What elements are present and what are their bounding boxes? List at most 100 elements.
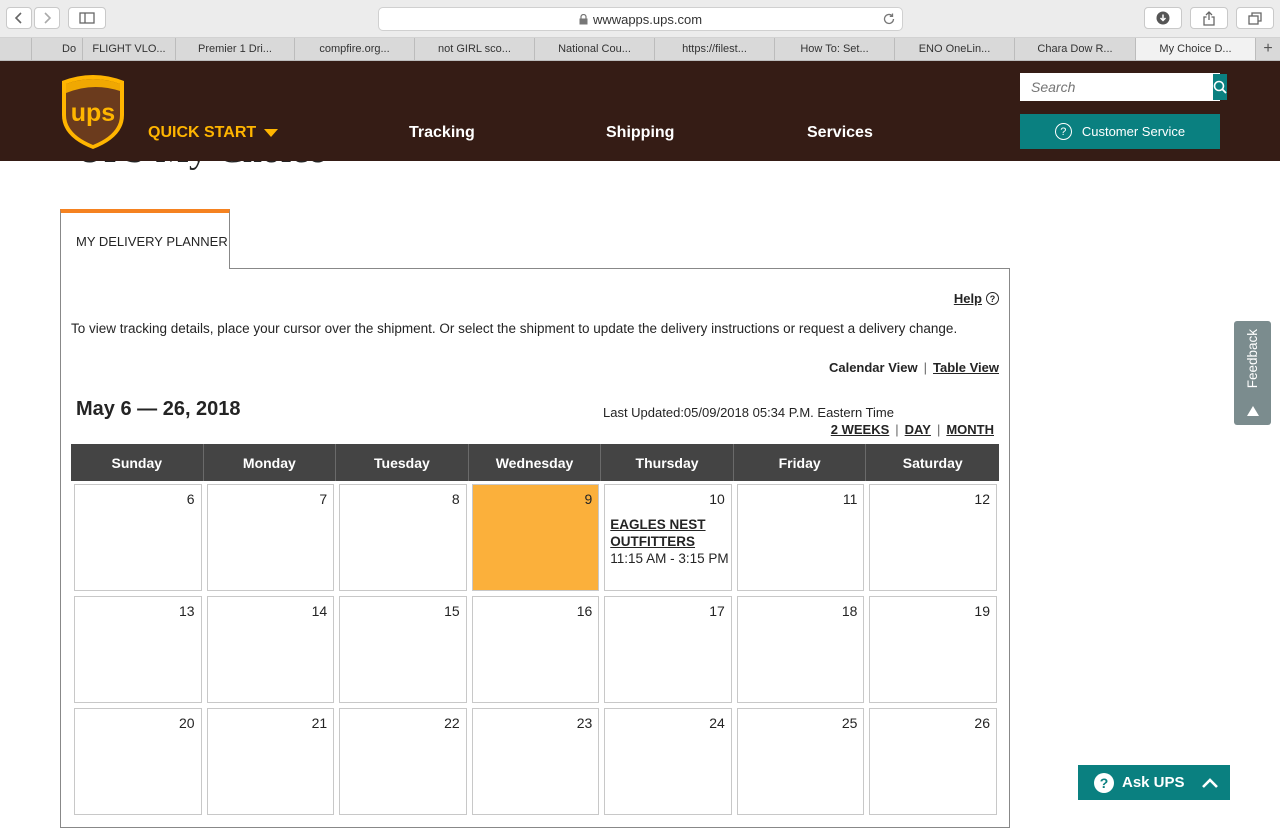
instructions-text: To view tracking details, place your cur…	[71, 321, 958, 336]
calendar-day-cell[interactable]: 10 EAGLES NEST OUTFITTERS 11:15 AM - 3:15 …	[604, 484, 732, 591]
help-icon[interactable]: ?	[986, 292, 999, 305]
browser-tab[interactable]: How To: Set...	[775, 38, 895, 60]
browser-tab[interactable]: Chara Dow R...	[1015, 38, 1136, 60]
help-link[interactable]: Help ?	[954, 291, 999, 306]
nav-tracking[interactable]: Tracking	[409, 124, 475, 142]
nav-shipping[interactable]: Shipping	[606, 124, 674, 142]
share-button[interactable]	[1190, 7, 1228, 29]
browser-tab[interactable]: Premier 1 Dri...	[176, 38, 295, 60]
calendar-day-cell[interactable]: 21	[206, 708, 335, 815]
last-updated-text: Last Updated:05/09/2018 05:34 P.M. Easte…	[602, 405, 894, 420]
calendar-day-cell[interactable]: 11	[736, 484, 865, 591]
day-number: 19	[974, 603, 990, 619]
browser-tab[interactable]: not GIRL sco...	[415, 38, 535, 60]
day-number: 9	[584, 491, 593, 507]
calendar-day-cell[interactable]: 6	[74, 484, 202, 591]
tab-overview-button[interactable]	[1236, 7, 1274, 29]
search-input[interactable]	[1021, 74, 1213, 100]
table-view-link[interactable]: Table View	[933, 360, 999, 375]
chevron-right-icon	[44, 12, 52, 24]
quick-start-label: QUICK START	[148, 124, 257, 141]
site-header: ups QUICK START Tracking Shipping Servic…	[0, 61, 1280, 161]
nav-services[interactable]: Services	[807, 124, 873, 142]
tabs-icon	[1248, 11, 1262, 25]
search-button[interactable]	[1213, 74, 1227, 100]
calendar-day-cell[interactable]: 12	[869, 484, 997, 591]
tab-my-delivery-planner[interactable]: MY DELIVERY PLANNER	[60, 209, 230, 269]
calendar-day-cell[interactable]: 23	[471, 708, 600, 815]
separator: |	[936, 422, 941, 437]
shipment-vendor-link[interactable]: EAGLES NEST OUTFITTERS	[610, 516, 720, 550]
chevron-up-icon	[1201, 777, 1218, 788]
delivery-planner-panel: Help ? To view tracking details, place y…	[60, 268, 1010, 828]
ask-ups-button[interactable]: ? Ask UPS	[1078, 765, 1230, 800]
calendar-day-cell[interactable]: 20	[74, 708, 202, 815]
browser-tab[interactable]: Do	[32, 38, 83, 60]
range-month-link[interactable]: MONTH	[946, 422, 994, 437]
calendar-day-cell[interactable]: 17	[604, 596, 732, 703]
day-number: 14	[311, 603, 328, 619]
new-tab-button[interactable]: +	[1256, 38, 1280, 60]
search-box	[1020, 73, 1227, 101]
calendar-day-cell-today[interactable]: 9	[471, 484, 600, 591]
lock-icon	[579, 13, 588, 24]
day-number: 16	[576, 603, 593, 619]
download-icon	[1156, 11, 1170, 25]
range-2-weeks-link[interactable]: 2 WEEKS	[831, 422, 890, 437]
day-number: 13	[178, 603, 195, 619]
range-day-link[interactable]: DAY	[905, 422, 931, 437]
browser-tab-active[interactable]: My Choice D...	[1136, 38, 1256, 60]
day-number: 23	[576, 715, 593, 731]
delivery-window: 11:15 AM - 3:15 PM	[610, 551, 729, 566]
day-number: 15	[444, 603, 460, 619]
back-button[interactable]	[6, 7, 32, 29]
calendar-day-cell[interactable]: 19	[869, 596, 997, 703]
feedback-label: Feedback	[1245, 329, 1260, 389]
day-number: 21	[311, 715, 328, 731]
address-bar[interactable]: wwwapps.ups.com	[378, 7, 903, 31]
feedback-tab[interactable]: Feedback	[1234, 321, 1271, 425]
calendar-day-cell[interactable]: 25	[736, 708, 865, 815]
calendar-day-cell[interactable]: 8	[339, 484, 467, 591]
quick-start-menu[interactable]: QUICK START	[148, 124, 279, 142]
customer-service-button[interactable]: ? Customer Service	[1020, 114, 1220, 149]
forward-button[interactable]	[34, 7, 60, 29]
browser-tab[interactable]: compfire.org...	[295, 38, 415, 60]
reload-icon[interactable]	[882, 12, 896, 26]
chevron-left-icon	[14, 12, 22, 24]
calendar-day-cell[interactable]: 16	[471, 596, 600, 703]
day-number: 7	[319, 491, 328, 507]
day-number: 26	[974, 715, 990, 731]
downloads-button[interactable]	[1144, 7, 1182, 29]
day-number: 11	[842, 491, 858, 507]
help-label[interactable]: Help	[954, 291, 982, 306]
day-number: 24	[709, 715, 725, 731]
browser-tab[interactable]: ENO OneLin...	[895, 38, 1015, 60]
tab-label: MY DELIVERY PLANNER	[76, 233, 228, 249]
browser-tab-label: FLIGHT VLO...	[92, 43, 166, 55]
calendar-day-cell[interactable]: 24	[604, 708, 732, 815]
day-number: 10	[709, 491, 725, 507]
calendar-day-cell[interactable]: 14	[206, 596, 335, 703]
browser-tab-label: compfire.org...	[319, 43, 390, 55]
customer-service-label: Customer Service	[1081, 124, 1186, 139]
calendar-day-cell[interactable]: 26	[869, 708, 997, 815]
calendar-day-cell[interactable]: 7	[206, 484, 335, 591]
browser-tab-label: Premier 1 Dri...	[198, 43, 272, 55]
day-number: 22	[444, 715, 460, 731]
calendar-day-cell[interactable]: 18	[736, 596, 865, 703]
weekday-wednesday: Wednesday	[469, 444, 602, 481]
browser-tab[interactable]: https://filest...	[655, 38, 775, 60]
ups-logo[interactable]: ups	[60, 71, 126, 156]
date-range-heading: May 6 — 26, 2018	[76, 398, 241, 420]
day-number: 12	[974, 491, 990, 507]
browser-tab[interactable]: National Cou...	[535, 38, 655, 60]
browser-tab[interactable]: FLIGHT VLO...	[83, 38, 176, 60]
separator: |	[895, 422, 899, 437]
calendar-day-cell[interactable]: 13	[74, 596, 202, 703]
sidebar-button[interactable]	[68, 7, 106, 29]
calendar-day-cell[interactable]: 22	[339, 708, 467, 815]
url-text: wwwapps.ups.com	[592, 11, 703, 27]
calendar-day-cell[interactable]: 15	[339, 596, 467, 703]
svg-text:ups: ups	[71, 99, 115, 127]
